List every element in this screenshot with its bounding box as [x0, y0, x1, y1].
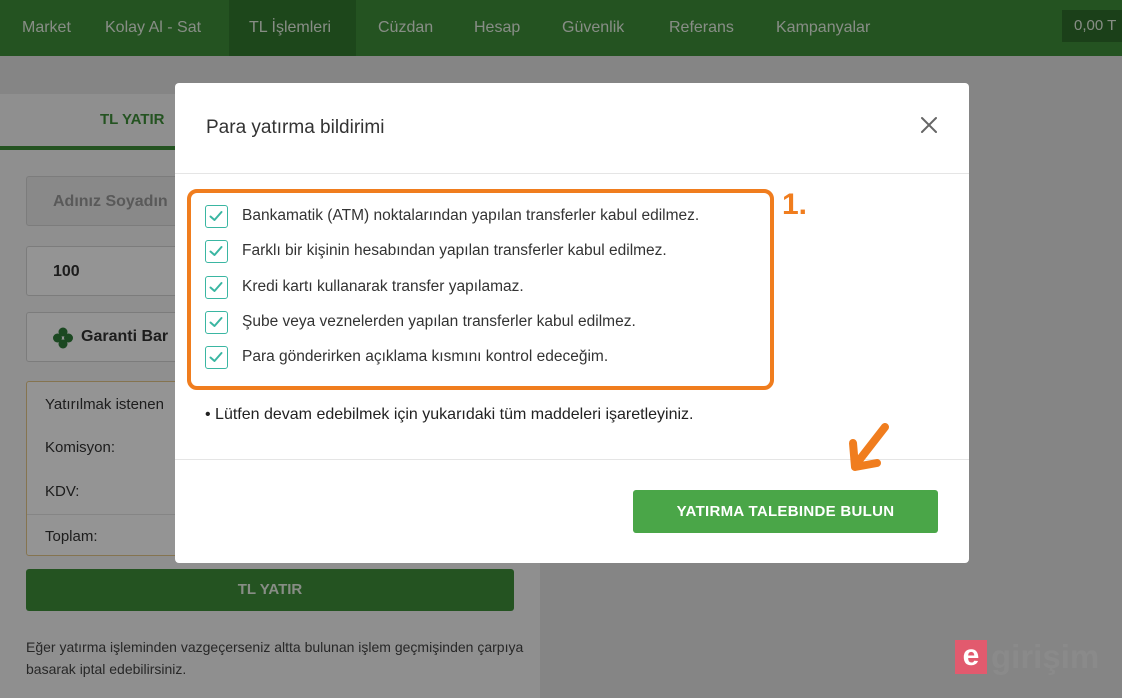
submit-deposit-request-button[interactable]: YATIRMA TALEBINDE BULUN: [633, 490, 938, 533]
checklist-item-label: Para gönderirken açıklama kısmını kontro…: [242, 348, 609, 365]
modal-title: Para yatırma bildirimi: [206, 117, 385, 138]
watermark-e-mark: e: [955, 640, 987, 674]
check-icon: [209, 211, 223, 221]
checkbox-checked[interactable]: [205, 311, 228, 334]
instruction-note: • Lütfen devam edebilmek için yukarıdaki…: [205, 406, 694, 423]
checkbox-checked[interactable]: [205, 205, 228, 228]
check-icon: [209, 352, 223, 362]
deposit-notification-modal: Para yatırma bildirimi 1. Bankamatik (AT…: [175, 83, 969, 563]
arrow-annotation-icon: [849, 423, 889, 471]
checklist-item-label: Kredi kartı kullanarak transfer yapılama…: [242, 278, 524, 295]
watermark-text: girişim: [991, 638, 1100, 675]
checkbox-checked[interactable]: [205, 346, 228, 369]
checkbox-checked[interactable]: [205, 240, 228, 263]
check-icon: [209, 317, 223, 327]
close-icon[interactable]: [919, 115, 939, 135]
checklist-item-label: Bankamatik (ATM) noktalarından yapılan t…: [242, 207, 700, 224]
step-annotation: 1.: [782, 188, 808, 221]
modal-header-divider: [175, 173, 969, 174]
checklist-item-label: Farklı bir kişinin hesabından yapılan tr…: [242, 242, 667, 259]
check-icon: [209, 246, 223, 256]
checklist-item-label: Şube veya veznelerden yapılan transferle…: [242, 313, 636, 330]
check-icon: [209, 282, 223, 292]
checkbox-checked[interactable]: [205, 276, 228, 299]
